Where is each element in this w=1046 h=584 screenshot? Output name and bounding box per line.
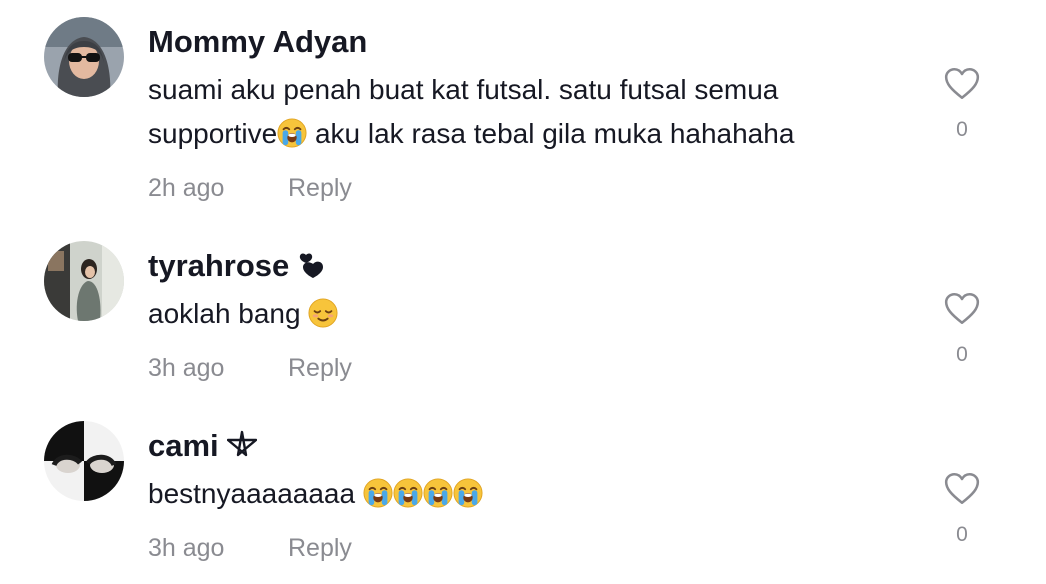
like-count: 0 xyxy=(956,118,968,141)
crying-face-emoji-icon xyxy=(277,118,307,148)
like-count: 0 xyxy=(956,343,968,366)
like-button[interactable]: 0 xyxy=(938,291,986,368)
comment-item: Mommy Adyan suami aku penah buat kat fut… xyxy=(0,0,1046,224)
comment-text-line: suami aku penah buat kat futsal. satu fu… xyxy=(148,74,779,105)
heart-icon xyxy=(943,471,981,506)
comment-text-line: aku lak rasa tebal gila muka hahahaha xyxy=(307,118,795,149)
comment-text: bestnyaaaaaaaa xyxy=(148,472,908,516)
username-text: tyrahrose xyxy=(148,248,290,283)
relieved-face-emoji-icon xyxy=(308,298,338,328)
comment-meta: 3h ago Reply xyxy=(148,532,352,564)
username[interactable]: Mommy Adyan xyxy=(148,22,367,62)
like-count: 0 xyxy=(956,523,968,546)
reply-button[interactable]: Reply xyxy=(288,532,352,564)
avatar[interactable] xyxy=(44,241,124,321)
comment-meta: 3h ago Reply xyxy=(148,352,352,384)
avatar[interactable] xyxy=(44,17,124,97)
heart-icon xyxy=(943,66,981,101)
crying-face-emoji-icon xyxy=(453,478,483,508)
comment-text-line: aoklah bang xyxy=(148,298,309,329)
username[interactable]: cami xyxy=(148,426,257,466)
crying-face-emoji-icon xyxy=(423,478,453,508)
reply-button[interactable]: Reply xyxy=(288,172,352,204)
pentagram-icon xyxy=(226,430,257,457)
comment-text-line: supportive xyxy=(148,118,278,149)
like-button[interactable]: 0 xyxy=(938,471,986,548)
heart-icon xyxy=(943,291,981,326)
timestamp: 2h ago xyxy=(148,174,225,202)
comment-meta: 2h ago Reply xyxy=(148,172,352,204)
crying-face-emoji-icon xyxy=(363,478,393,508)
reply-button[interactable]: Reply xyxy=(288,352,352,384)
comment-item: tyrahrose aoklah bang 3h ago Reply 0 xyxy=(0,224,1046,404)
username-text: cami xyxy=(148,428,219,463)
comment-text: aoklah bang xyxy=(148,292,908,336)
timestamp: 3h ago xyxy=(148,354,225,382)
heart-exclamation-icon xyxy=(300,253,324,278)
like-button[interactable]: 0 xyxy=(938,66,986,143)
comment-text: suami aku penah buat kat futsal. satu fu… xyxy=(148,68,908,156)
username[interactable]: tyrahrose xyxy=(148,246,325,286)
timestamp: 3h ago xyxy=(148,534,225,562)
comment-item: cami bestnyaaaaaaaa 3h ago Reply 0 xyxy=(0,404,1046,584)
crying-face-emoji-icon xyxy=(393,478,423,508)
comment-text-line: bestnyaaaaaaaa xyxy=(148,478,363,509)
avatar[interactable] xyxy=(44,421,124,501)
